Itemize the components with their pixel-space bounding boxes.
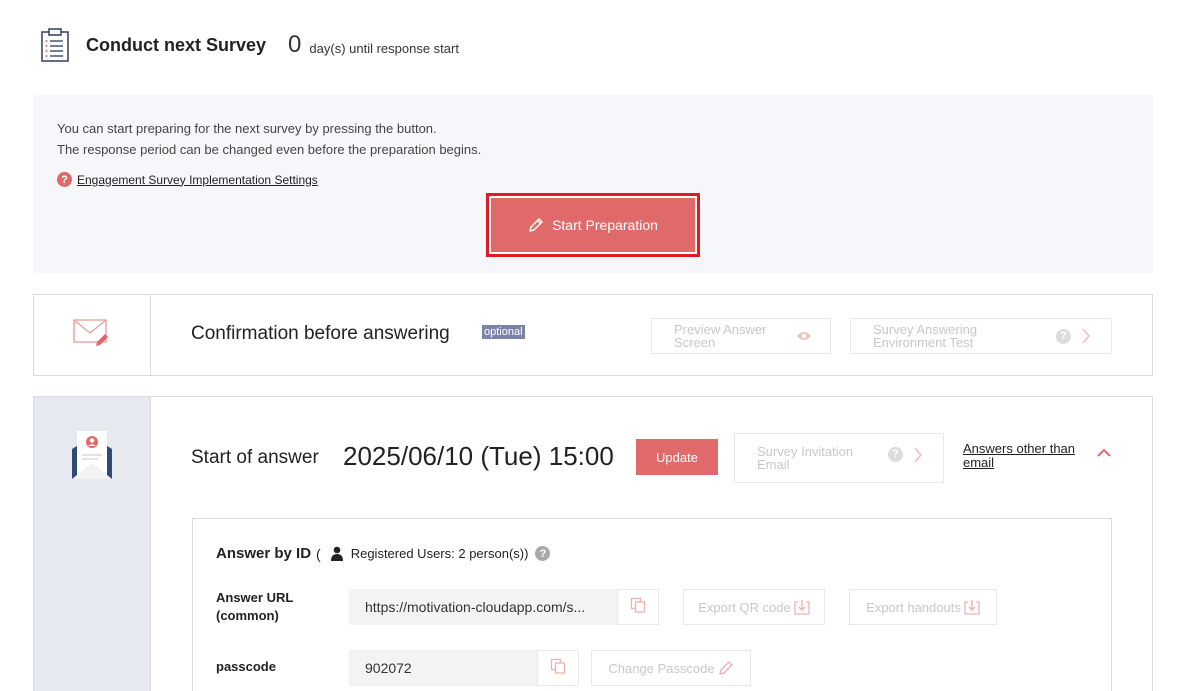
answer-icon-cell [34,397,151,691]
confirmation-section: Confirmation before answering optional P… [33,294,1153,376]
prep-instruction-2: The response period can be changed even … [57,142,482,157]
export-handouts-label: Export handouts [866,599,961,615]
answer-url-label: Answer URL (common) [216,589,293,625]
download-icon [964,599,980,615]
registered-users: Registered Users: 2 person(s)) [350,546,529,561]
invitation-button-label: Survey Invitation Email [757,444,854,472]
chevron-up-icon[interactable] [1096,445,1112,463]
start-preparation-label: Start Preparation [552,217,658,233]
start-of-answer-section: Start of answer 2025/06/10 (Tue) 15:00 U… [33,396,1153,691]
change-passcode-label: Change Passcode [608,660,715,676]
download-icon [794,599,810,615]
copy-icon [550,658,566,679]
implementation-settings-link[interactable]: ? Engagement Survey Implementation Setti… [57,172,318,187]
paren-open: ( [316,545,321,562]
settings-link-label: Engagement Survey Implementation Setting… [77,172,318,187]
invitation-envelope-icon [70,429,114,486]
passcode-label: passcode [216,659,276,674]
days-count: 0 [288,31,302,58]
copy-passcode-button[interactable] [537,650,579,686]
export-qr-code-button[interactable]: Export QR code [683,589,825,625]
chevron-right-icon [1081,327,1091,347]
update-button[interactable]: Update [636,439,718,475]
change-passcode-button[interactable]: Change Passcode [591,650,751,686]
export-qr-label: Export QR code [698,599,791,615]
start-datetime: 2025/06/10 (Tue) 15:00 [343,441,614,471]
help-icon[interactable]: ? [535,546,551,561]
page-title: Conduct next Survey [86,34,267,55]
help-icon: ? [57,172,72,187]
pencil-icon [528,217,544,233]
start-preparation-button[interactable]: Start Preparation [491,198,695,252]
answers-other-than-email-link[interactable]: Answers other than email [963,442,1093,470]
environment-test-button[interactable]: Survey Answering Environment Test ? [850,318,1112,354]
export-handouts-button[interactable]: Export handouts [849,589,997,625]
start-of-answer-label: Start of answer [191,447,319,468]
prep-instruction-1: You can start preparing for the next sur… [57,121,437,136]
person-icon [330,546,343,561]
optional-badge: optional [482,325,525,339]
confirmation-title: Confirmation before answering [191,323,450,344]
passcode-value: 902072 [349,650,537,686]
confirmation-icon-cell [34,295,151,375]
envelope-pencil-icon [72,318,112,353]
copy-url-button[interactable] [617,589,659,625]
answer-url-value: https://motivation-cloudapp.com/s... [349,589,617,625]
preparation-panel: You can start preparing for the next sur… [33,95,1153,273]
pencil-icon [718,660,734,676]
chevron-right-icon [913,446,923,466]
copy-icon [630,597,646,618]
days-suffix: day(s) until response start [309,40,459,56]
page-header: Conduct next Survey 0 day(s) until respo… [40,27,459,63]
eye-icon [796,330,812,344]
answer-by-id-card: Answer by ID ( Registered Users: 2 perso… [192,518,1112,691]
preview-answer-screen-button[interactable]: Preview Answer Screen [651,318,831,354]
answer-url-label-text: Answer URL (common) [216,590,294,623]
answer-by-id-title-row: Answer by ID ( Registered Users: 2 perso… [216,545,551,562]
clipboard-icon [40,28,70,62]
preview-button-label: Preview Answer Screen [674,322,767,350]
help-icon: ? [1056,329,1071,344]
env-test-button-label: Survey Answering Environment Test [873,322,978,350]
survey-invitation-email-button[interactable]: Survey Invitation Email ? [734,433,944,483]
answer-by-id-title: Answer by ID [216,545,312,562]
help-icon: ? [888,447,903,462]
